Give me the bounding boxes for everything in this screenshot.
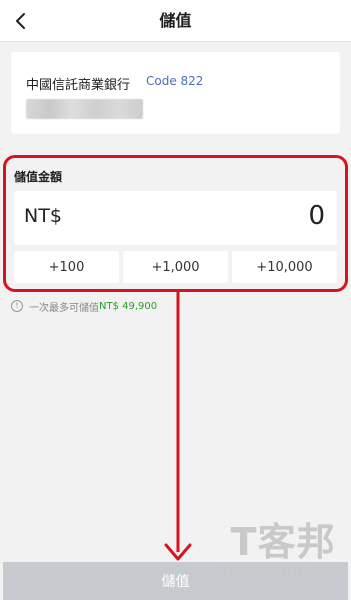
bank-code: Code 822 <box>146 74 204 88</box>
amount-value: 0 <box>308 201 325 231</box>
account-number-masked <box>26 99 143 119</box>
header-bar: 儲值 <box>0 0 351 42</box>
currency-label: NT$ <box>24 205 62 227</box>
add-10000-button[interactable]: +10,000 <box>232 251 337 283</box>
page-title: 儲值 <box>159 11 192 30</box>
amount-input[interactable]: NT$ 0 <box>14 191 337 245</box>
submit-deposit-button[interactable]: 儲值 <box>3 562 348 600</box>
add-100-button[interactable]: +100 <box>14 251 119 283</box>
info-icon: ! <box>11 300 23 312</box>
bank-name: 中國信託商業銀行 <box>26 78 131 93</box>
hint-limit: NT$ 49,900 <box>99 300 158 312</box>
amount-section: 儲值金額 NT$ 0 +100 +1,000 +10,000 <box>3 155 348 292</box>
bank-account-card: 中國信託商業銀行 Code 822 <box>11 52 340 134</box>
amount-label: 儲值金額 <box>14 170 63 184</box>
deposit-limit-hint: ! 一次最多可儲值 NT$ 49,900 <box>11 298 157 314</box>
add-1000-button[interactable]: +1,000 <box>123 251 228 283</box>
hint-text: 一次最多可儲值 <box>29 302 99 314</box>
watermark-brand: T客邦 <box>230 520 336 564</box>
